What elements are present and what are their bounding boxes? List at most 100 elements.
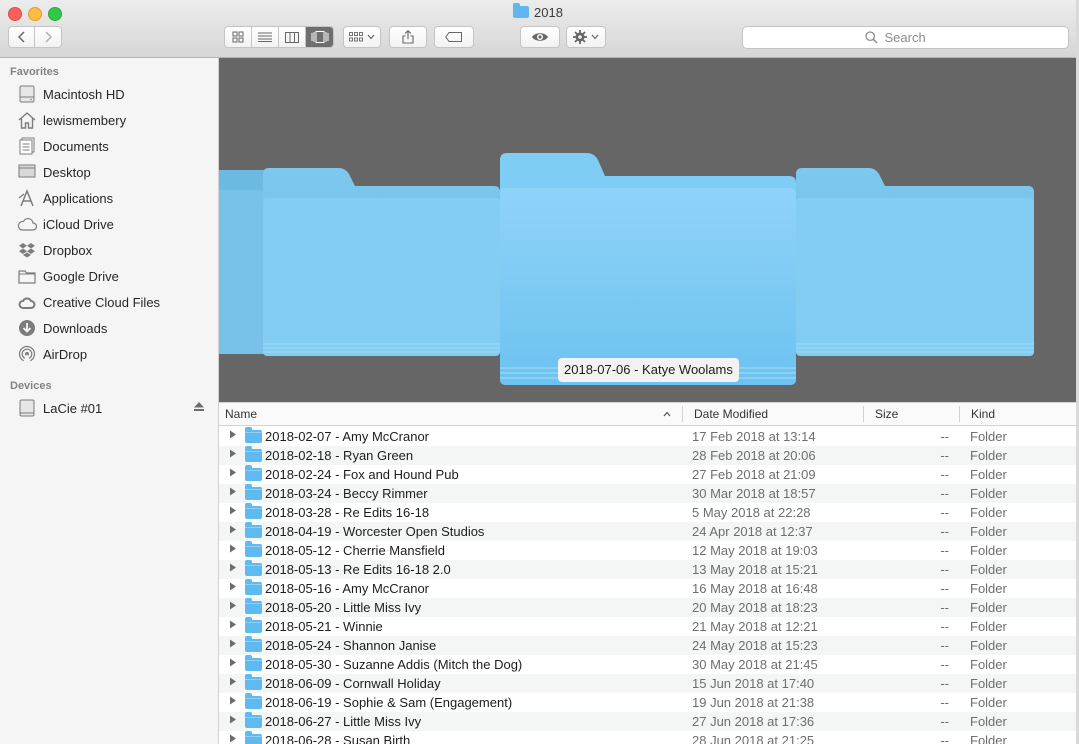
- table-row[interactable]: 2018-05-30 - Suzanne Addis (Mitch the Do…: [219, 655, 1076, 674]
- table-row[interactable]: 2018-06-19 - Sophie & Sam (Engagement) 19…: [219, 693, 1076, 712]
- airdrop-icon: [17, 344, 37, 364]
- sidebar-item-creative-cloud-files[interactable]: Creative Cloud Files: [0, 289, 218, 315]
- sidebar-item-label: Google Drive: [43, 268, 119, 284]
- column-header-name-label: Name: [225, 407, 258, 421]
- table-row[interactable]: 2018-03-28 - Re Edits 16-18 5 May 2018 at…: [219, 503, 1076, 522]
- file-name: 2018-05-21 - Winnie: [265, 619, 383, 634]
- icon-view-button[interactable]: [225, 27, 252, 47]
- table-row[interactable]: 2018-06-27 - Little Miss Ivy 27 Jun 2018 …: [219, 712, 1076, 731]
- search-field-inner: [743, 27, 1068, 48]
- table-row[interactable]: 2018-04-19 - Worcester Open Studios 24 Ap…: [219, 522, 1076, 541]
- folder-icon: [245, 484, 262, 500]
- list-view-button[interactable]: [252, 27, 279, 47]
- disclosure-triangle-icon[interactable]: [229, 560, 237, 579]
- table-row[interactable]: 2018-05-13 - Re Edits 16-18 2.0 13 May 20…: [219, 560, 1076, 579]
- sidebar-item-lacie[interactable]: LaCie #01: [0, 395, 218, 421]
- arrange-grid-icon: [349, 32, 363, 42]
- sidebar-item-icloud-drive[interactable]: iCloud Drive: [0, 211, 218, 237]
- folder-icon: [245, 712, 262, 728]
- column-divider[interactable]: [959, 406, 960, 422]
- cover-folder-next-1[interactable]: [796, 168, 1034, 356]
- sidebar-item-downloads[interactable]: Downloads: [0, 315, 218, 341]
- action-menu-button[interactable]: [566, 26, 606, 48]
- dropbox-icon: [17, 240, 37, 260]
- quick-look-button[interactable]: [520, 26, 560, 48]
- disclosure-triangle-icon[interactable]: [229, 712, 237, 731]
- column-view-button[interactable]: [279, 27, 306, 47]
- table-row[interactable]: 2018-02-18 - Ryan Green 28 Feb 2018 at 20…: [219, 446, 1076, 465]
- sidebar-item-google-drive[interactable]: Google Drive: [0, 263, 218, 289]
- search-input[interactable]: [882, 29, 947, 46]
- disclosure-triangle-icon[interactable]: [229, 655, 237, 674]
- back-button[interactable]: [9, 27, 35, 47]
- table-row[interactable]: 2018-05-20 - Little Miss Ivy 20 May 2018 …: [219, 598, 1076, 617]
- disclosure-triangle-icon[interactable]: [229, 693, 237, 712]
- disclosure-triangle-icon[interactable]: [229, 503, 237, 522]
- sidebar-item-airdrop[interactable]: AirDrop: [0, 341, 218, 367]
- tags-button[interactable]: [434, 26, 474, 48]
- eject-icon[interactable]: [194, 402, 204, 414]
- file-kind: Folder: [970, 448, 1007, 463]
- column-header-kind[interactable]: Kind: [965, 403, 1065, 425]
- file-kind: Folder: [970, 486, 1007, 501]
- column-header-name[interactable]: Name: [219, 403, 682, 425]
- sidebar-item-dropbox[interactable]: Dropbox: [0, 237, 218, 263]
- disclosure-triangle-icon[interactable]: [229, 617, 237, 636]
- disclosure-triangle-icon[interactable]: [229, 484, 237, 503]
- table-row[interactable]: 2018-05-12 - Cherrie Mansfield 12 May 201…: [219, 541, 1076, 560]
- sidebar-item-applications[interactable]: Applications: [0, 185, 218, 211]
- folder-icon: [245, 427, 262, 443]
- file-name: 2018-05-12 - Cherrie Mansfield: [265, 543, 445, 558]
- finder-window: 2018 Search Favorites Macintosh HD lewis…: [0, 0, 1077, 744]
- creative-cloud-icon: [17, 292, 37, 312]
- column-divider[interactable]: [682, 406, 683, 422]
- table-row[interactable]: 2018-05-21 - Winnie 21 May 2018 at 12:21 -…: [219, 617, 1076, 636]
- disclosure-triangle-icon[interactable]: [229, 598, 237, 617]
- file-size: --: [940, 562, 949, 577]
- disclosure-triangle-icon[interactable]: [229, 579, 237, 598]
- column-header-date[interactable]: Date Modified: [688, 403, 863, 425]
- cover-flow-view-button[interactable]: [306, 27, 333, 47]
- file-name: 2018-02-07 - Amy McCranor: [265, 429, 430, 444]
- file-size: --: [940, 733, 949, 744]
- search-icon: [864, 31, 878, 44]
- table-row[interactable]: 2018-03-24 - Beccy Rimmer 30 Mar 2018 at …: [219, 484, 1076, 503]
- disclosure-triangle-icon[interactable]: [229, 541, 237, 560]
- sidebar-item-documents[interactable]: Documents: [0, 133, 218, 159]
- table-row[interactable]: 2018-06-09 - Cornwall Holiday 15 Jun 2018…: [219, 674, 1076, 693]
- disclosure-triangle-icon[interactable]: [229, 427, 237, 446]
- column-divider[interactable]: [863, 406, 864, 422]
- file-name: 2018-05-16 - Amy McCranor: [265, 581, 430, 596]
- search-field[interactable]: [742, 26, 1069, 49]
- forward-button[interactable]: [35, 27, 61, 47]
- file-size: --: [940, 600, 949, 615]
- disclosure-triangle-icon[interactable]: [229, 522, 237, 541]
- file-kind: Folder: [970, 505, 1007, 520]
- sidebar-item-desktop[interactable]: Desktop: [0, 159, 218, 185]
- table-row[interactable]: 2018-02-24 - Fox and Hound Pub 27 Feb 201…: [219, 465, 1076, 484]
- disclosure-triangle-icon[interactable]: [229, 636, 237, 655]
- disclosure-triangle-icon[interactable]: [229, 731, 237, 744]
- disclosure-triangle-icon[interactable]: [229, 674, 237, 693]
- table-row[interactable]: 2018-02-07 - Amy McCranor 17 Feb 2018 at …: [219, 427, 1076, 446]
- disclosure-triangle-icon[interactable]: [229, 465, 237, 484]
- cover-flow-area[interactable]: [219, 58, 1076, 402]
- cover-folder-selected[interactable]: [500, 153, 796, 385]
- arrange-button[interactable]: [343, 26, 381, 48]
- table-row[interactable]: 2018-05-16 - Amy McCranor 16 May 2018 at …: [219, 579, 1076, 598]
- table-row[interactable]: 2018-06-28 - Susan Birth 28 Jun 2018 at 2…: [219, 731, 1076, 744]
- file-date-modified: 30 May 2018 at 21:45: [692, 657, 818, 672]
- gear-icon: [573, 30, 587, 44]
- file-name: 2018-05-20 - Little Miss Ivy: [265, 600, 422, 615]
- column-header-size[interactable]: Size: [869, 403, 959, 425]
- disclosure-triangle-icon[interactable]: [229, 446, 237, 465]
- file-size: --: [940, 638, 949, 653]
- sidebar-item-label: LaCie #01: [43, 400, 103, 416]
- cover-folder-previous-1[interactable]: [263, 168, 500, 356]
- sidebar-item-macintosh-hd[interactable]: Macintosh HD: [0, 81, 218, 107]
- share-button[interactable]: [389, 26, 427, 48]
- table-row[interactable]: 2018-05-24 - Shannon Janise 24 May 2018 a…: [219, 636, 1076, 655]
- sidebar-item-home[interactable]: lewismembery: [0, 107, 218, 133]
- view-mode-segmented-control: [224, 26, 334, 48]
- column-header-kind-label: Kind: [971, 407, 996, 421]
